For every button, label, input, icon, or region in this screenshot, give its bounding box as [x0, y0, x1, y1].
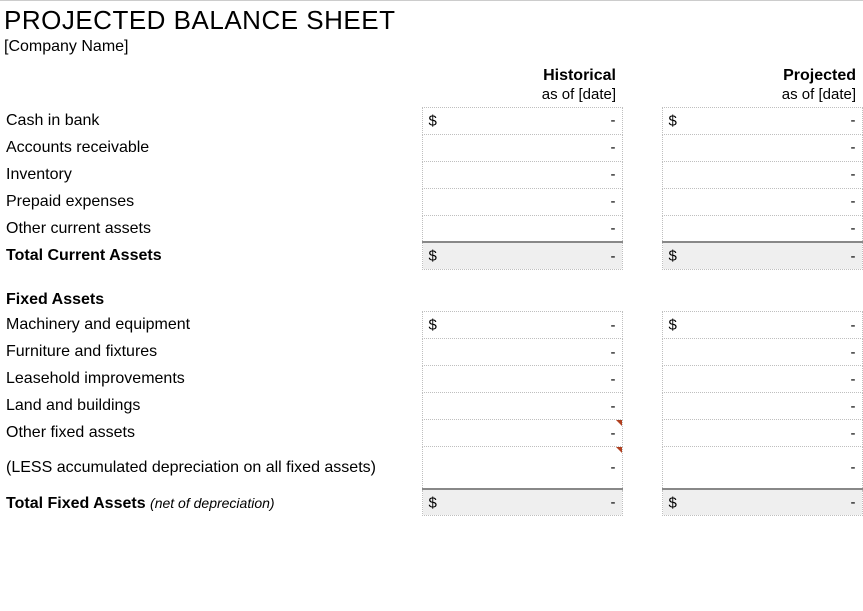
row-other-current-assets: Other current assets - - — [4, 215, 862, 242]
balance-table: Historical as of [date] Projected as of … — [4, 66, 863, 516]
header-projected: Projected as of [date] — [662, 66, 862, 107]
row-total-fixed-assets: Total Fixed Assets (net of depreciation)… — [4, 489, 862, 516]
row-other-fixed-assets: Other fixed assets - - — [4, 420, 862, 447]
row-furniture: Furniture and fixtures - - — [4, 339, 862, 366]
cell-projected[interactable]: - — [662, 134, 862, 161]
cell-historical[interactable]: $- — [422, 312, 622, 339]
row-total-current-assets: Total Current Assets $- $- — [4, 242, 862, 269]
page-title: PROJECTED BALANCE SHEET — [4, 5, 863, 38]
cell-projected-total[interactable]: $- — [662, 242, 862, 269]
row-leasehold: Leasehold improvements - - — [4, 366, 862, 393]
cell-projected[interactable]: - — [662, 339, 862, 366]
cell-historical[interactable]: - — [422, 161, 622, 188]
cell-historical[interactable]: - — [422, 188, 622, 215]
cell-projected[interactable]: - — [662, 161, 862, 188]
column-headers: Historical as of [date] Projected as of … — [4, 66, 862, 107]
cell-projected[interactable]: - — [662, 393, 862, 420]
cell-historical[interactable]: - — [422, 420, 622, 447]
row-accounts-receivable: Accounts receivable - - — [4, 134, 862, 161]
row-cash-in-bank: Cash in bank $ - $ - — [4, 107, 862, 134]
cell-historical[interactable]: - — [422, 339, 622, 366]
row-prepaid-expenses: Prepaid expenses - - — [4, 188, 862, 215]
cell-projected[interactable]: - — [662, 188, 862, 215]
company-name: [Company Name] — [4, 38, 863, 66]
cell-projected[interactable]: - — [662, 215, 862, 242]
cell-historical[interactable]: - — [422, 134, 622, 161]
cell-projected[interactable]: - — [662, 366, 862, 393]
cell-projected[interactable]: - — [662, 447, 862, 489]
header-historical: Historical as of [date] — [422, 66, 622, 107]
row-inventory: Inventory - - — [4, 161, 862, 188]
cell-historical[interactable]: - — [422, 215, 622, 242]
cell-historical[interactable]: - — [422, 393, 622, 420]
balance-sheet: PROJECTED BALANCE SHEET [Company Name] H… — [0, 1, 863, 516]
row-machinery: Machinery and equipment $- $- — [4, 312, 862, 339]
section-fixed-assets: Fixed Assets — [4, 287, 862, 312]
cell-projected-total[interactable]: $- — [662, 489, 862, 516]
row-land-buildings: Land and buildings - - — [4, 393, 862, 420]
cell-projected[interactable]: - — [662, 420, 862, 447]
cell-projected[interactable]: $- — [662, 312, 862, 339]
cell-projected[interactable]: $ - — [662, 107, 862, 134]
cell-historical[interactable]: - — [422, 366, 622, 393]
cell-historical-total[interactable]: $- — [422, 242, 622, 269]
row-less-depreciation: (LESS accumulated depreciation on all fi… — [4, 447, 862, 489]
cell-historical[interactable]: - — [422, 447, 622, 489]
cell-historical[interactable]: $ - — [422, 107, 622, 134]
cell-historical-total[interactable]: $- — [422, 489, 622, 516]
